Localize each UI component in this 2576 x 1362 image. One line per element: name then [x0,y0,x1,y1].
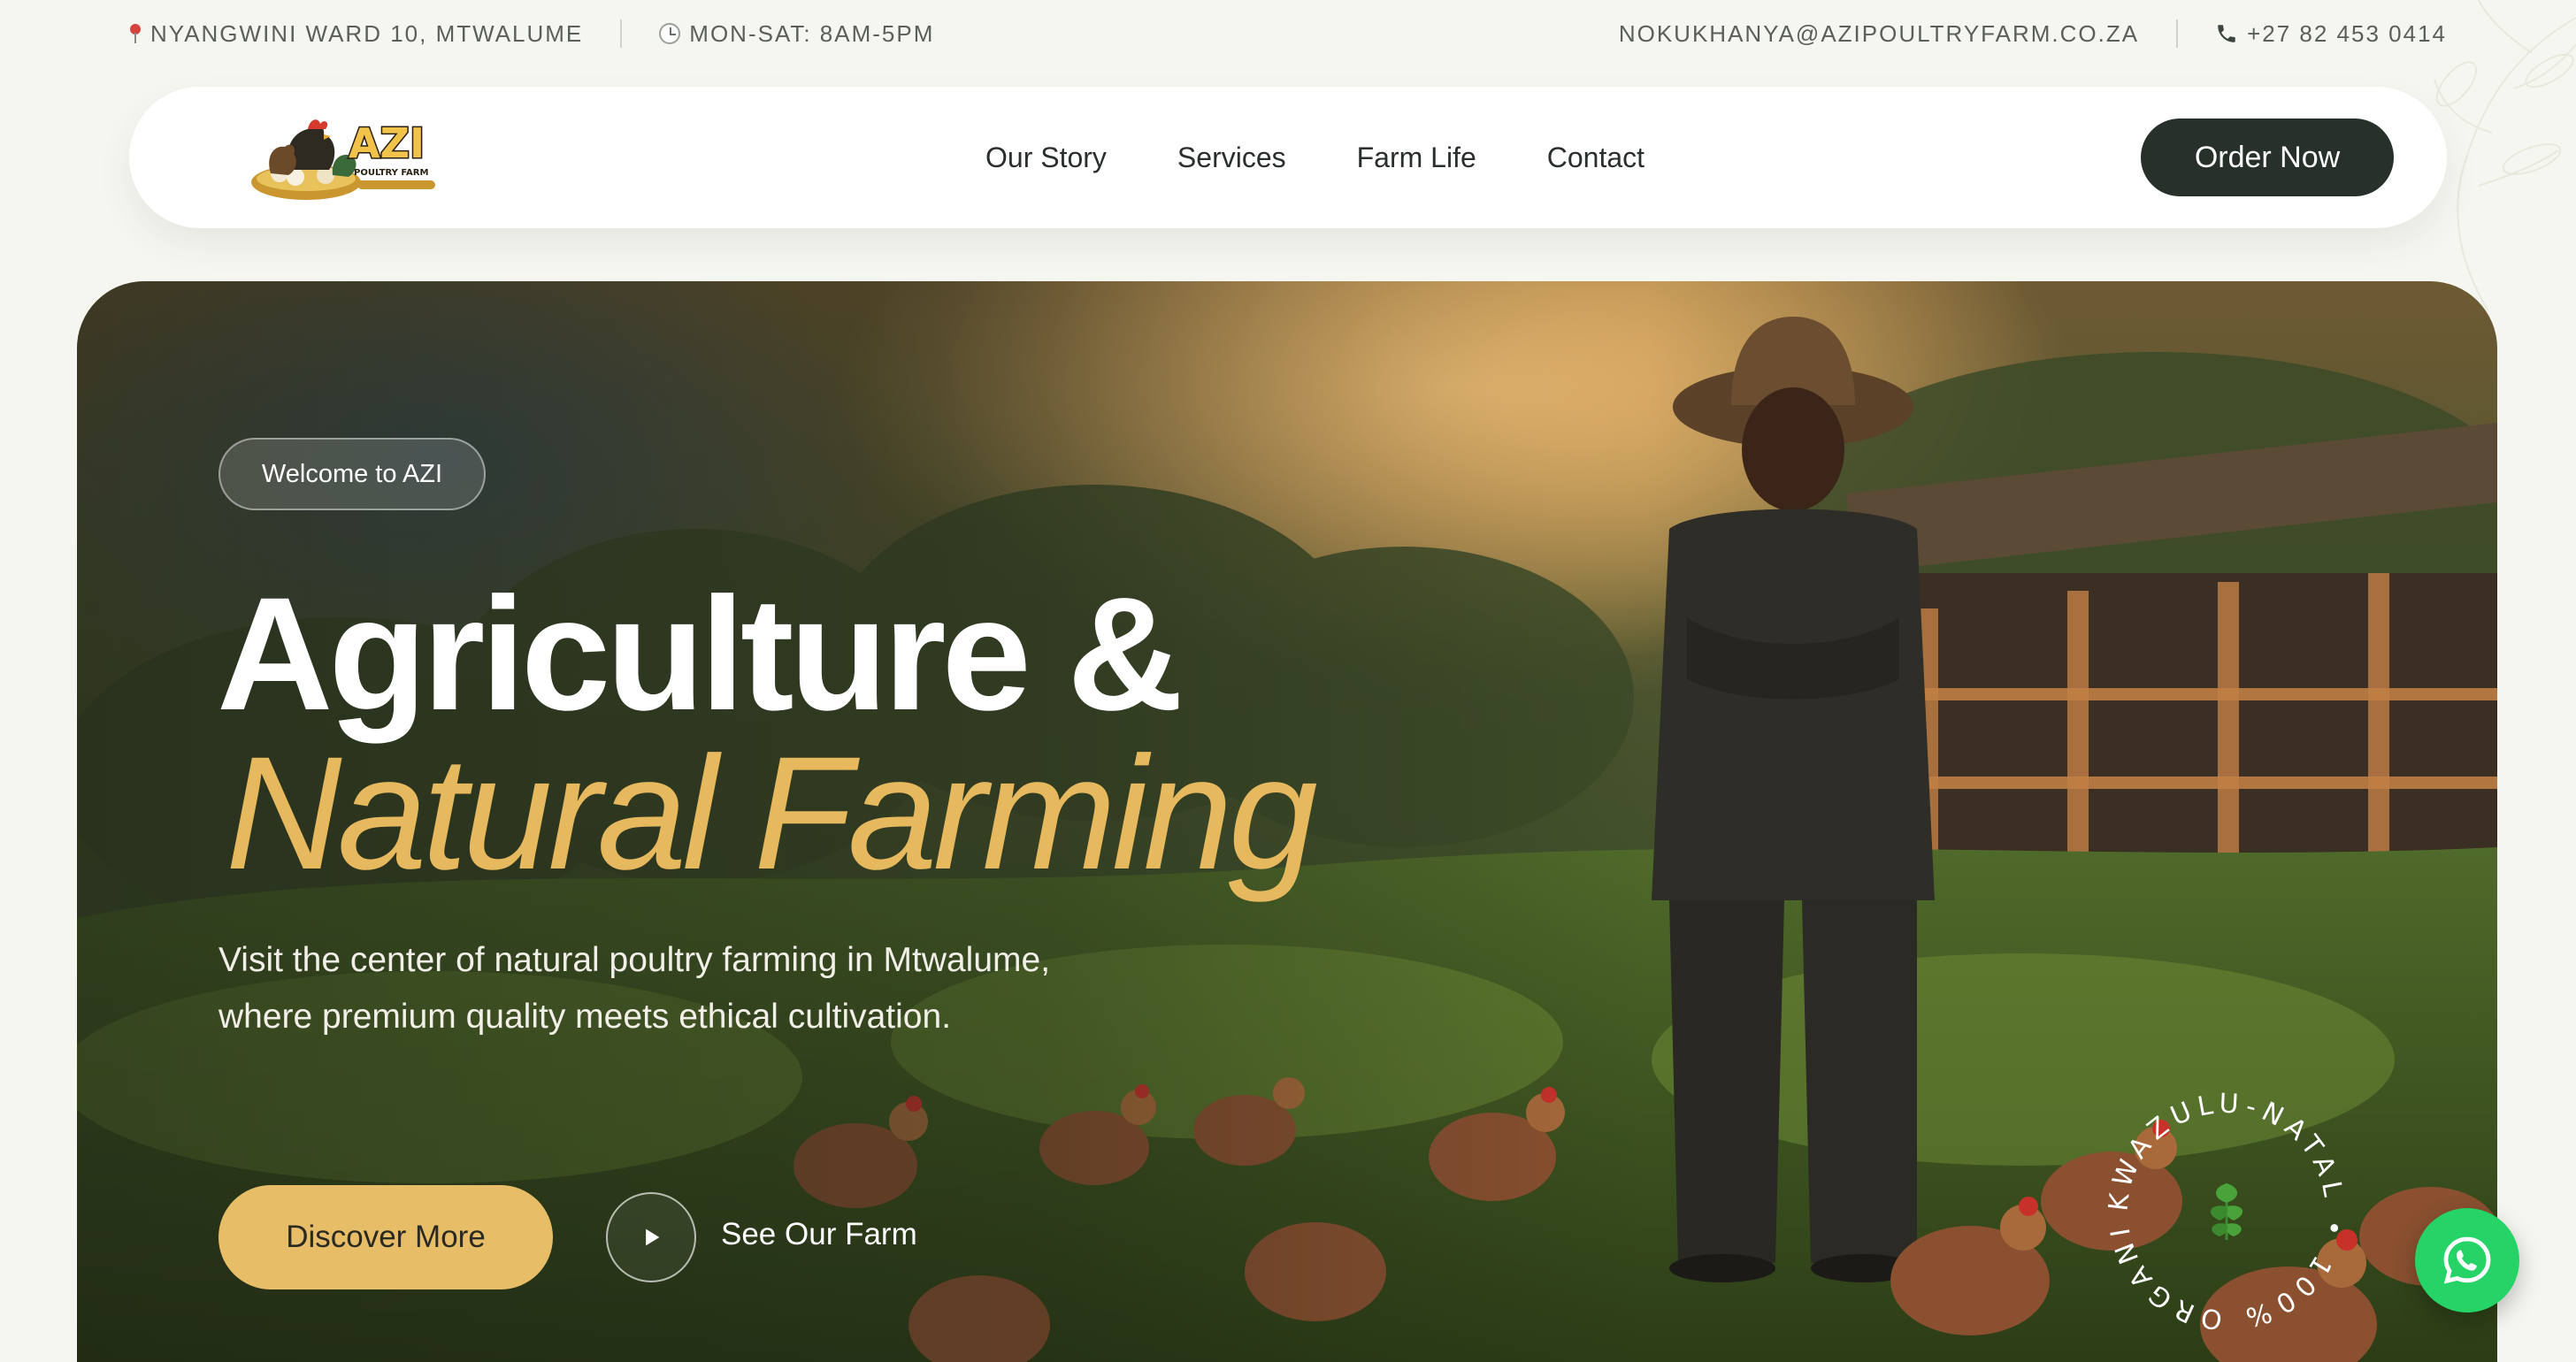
nav-link-our-story[interactable]: Our Story [985,142,1107,174]
phone-text: +27 82 453 0414 [2247,19,2447,47]
organic-badge: KWAZULU-NATAL • 100% ORGANIC • [2094,1079,2343,1335]
whatsapp-button[interactable] [2415,1208,2519,1312]
order-now-button[interactable]: Order Now [2141,119,2394,196]
divider [620,19,623,48]
address-item: NYANGWINI WARD 10, MTWALUME [129,20,583,48]
play-video-button[interactable] [606,1192,696,1282]
clock-icon [659,23,681,44]
hours-text: MON-SAT: 8AM-5PM [689,19,935,47]
hero-section: Welcome to AZI Agriculture & Natural Far… [77,281,2497,1362]
top-info-bar: NYANGWINI WARD 10, MTWALUME MON-SAT: 8AM… [129,14,2447,53]
top-info-right: NOKUKHANYA@AZIPOULTRYFARM.CO.ZA +27 82 4… [1619,19,2447,48]
hours-item: MON-SAT: 8AM-5PM [659,20,934,48]
nav-links: Our Story Services Farm Life Contact [985,87,1644,228]
email-link[interactable]: NOKUKHANYA@AZIPOULTRYFARM.CO.ZA [1619,20,2139,48]
hero-headline-line2: Natural Farming [226,723,1318,903]
see-our-farm-link[interactable]: See Our Farm [721,1217,917,1252]
leaf-icon [2210,1183,2243,1240]
phone-item[interactable]: +27 82 453 0414 [2215,20,2447,48]
pin-icon [129,24,142,43]
top-info-left: NYANGWINI WARD 10, MTWALUME MON-SAT: 8AM… [129,19,934,48]
nav-link-farm-life[interactable]: Farm Life [1357,142,1476,174]
address-text: NYANGWINI WARD 10, MTWALUME [150,19,584,47]
welcome-pill: Welcome to AZI [218,438,486,510]
logo[interactable]: AZI POULTRY FARM [244,106,442,210]
divider [2176,19,2179,48]
hero-description: Visit the center of natural poultry farm… [218,941,1051,1036]
logo-wordmark: AZI [349,119,425,167]
phone-icon [2218,25,2235,42]
whatsapp-icon [2443,1236,2491,1284]
main-nav: AZI POULTRY FARM Our Story Services Farm… [129,87,2447,228]
nav-link-services[interactable]: Services [1177,142,1286,174]
logo-subtext: POULTRY FARM [354,168,428,178]
nav-link-contact[interactable]: Contact [1547,142,1644,174]
play-icon [646,1228,660,1246]
discover-more-button[interactable]: Discover More [218,1185,553,1289]
hero-headline-line1: Agriculture & [217,563,1184,744]
page: NYANGWINI WARD 10, MTWALUME MON-SAT: 8AM… [0,0,2576,1362]
